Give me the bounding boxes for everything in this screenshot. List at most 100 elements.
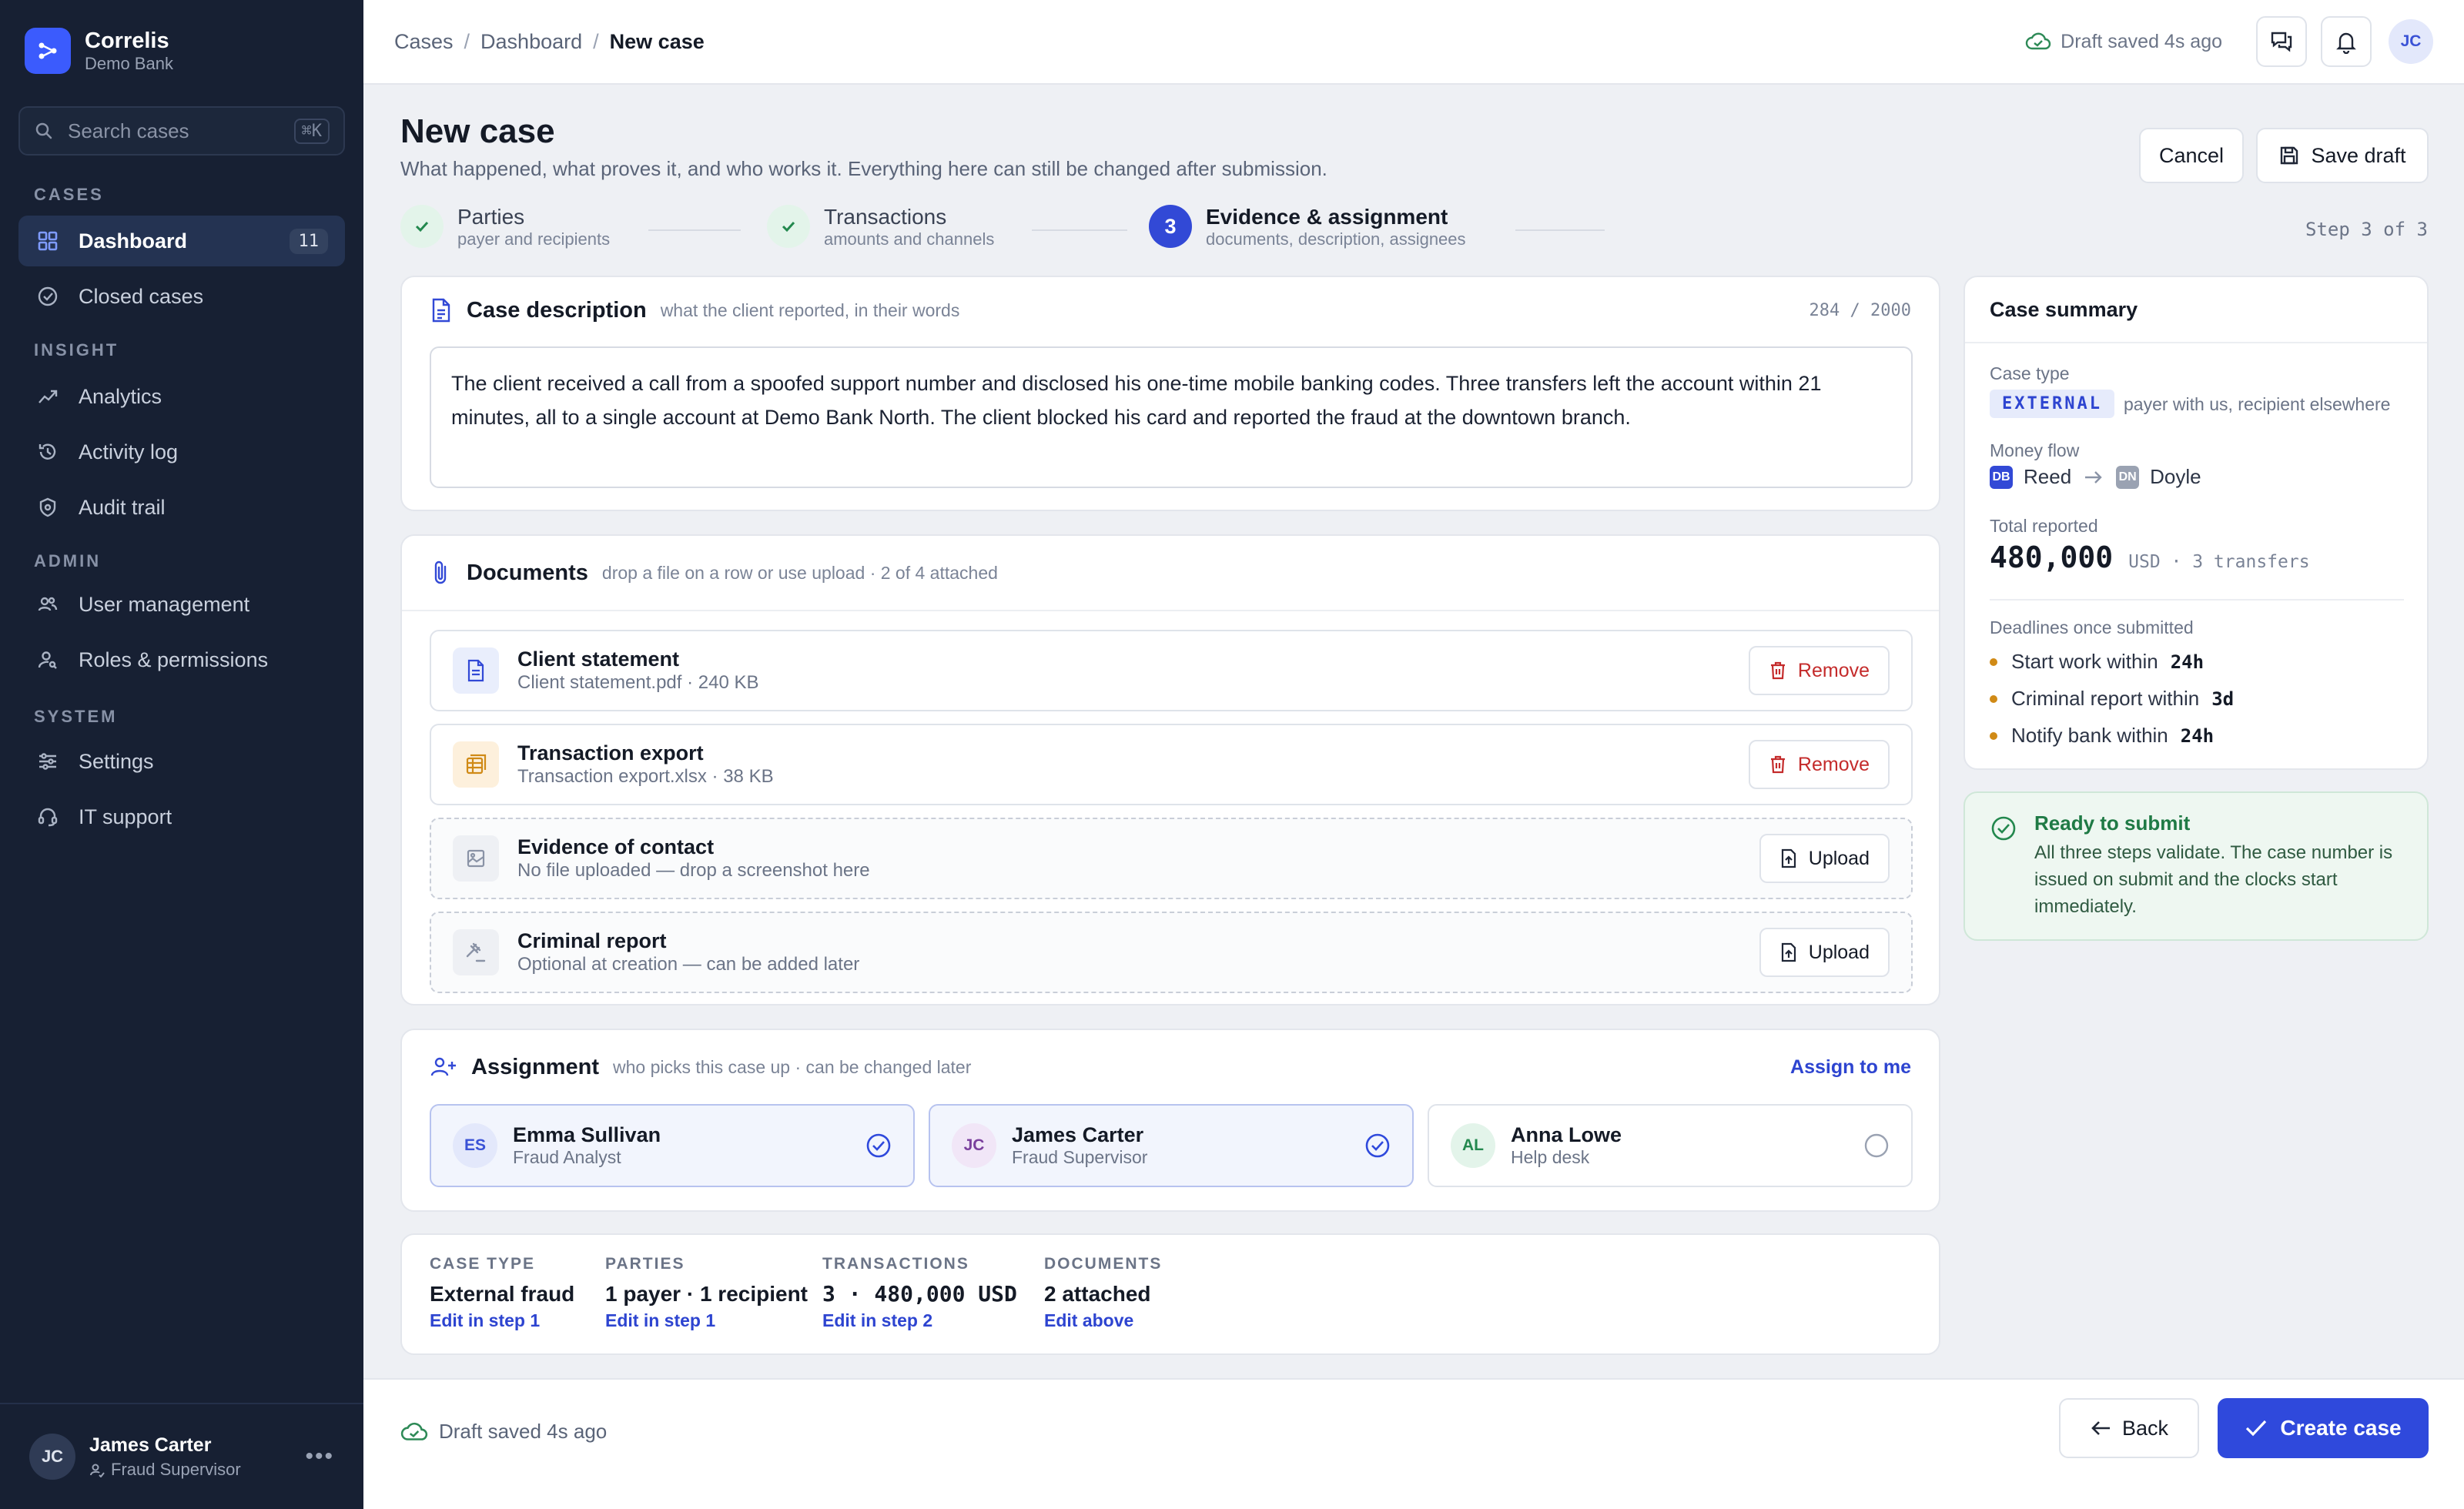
edit-link[interactable]: Edit in step 2: [822, 1310, 1017, 1331]
document-icon: [453, 647, 499, 694]
avatar[interactable]: JC: [2389, 19, 2433, 64]
spreadsheet-icon: [453, 741, 499, 788]
sidebar-item-settings[interactable]: Settings: [18, 736, 345, 787]
sidebar-item-dashboard[interactable]: Dashboard 11: [18, 216, 345, 266]
upload-button[interactable]: Upload: [1759, 928, 1890, 977]
sidebar-item-it-support[interactable]: IT support: [18, 791, 345, 842]
document-row-evidence-of-contact[interactable]: Evidence of contact No file uploaded — d…: [430, 818, 1913, 899]
sidebar-item-audit-trail[interactable]: Audit trail: [18, 482, 345, 533]
step-connector: [648, 229, 741, 231]
brand-logo-icon: [25, 28, 71, 74]
user-role-row: Fraud Supervisor: [89, 1460, 305, 1480]
case-description-hint: what the client reported, in their words: [660, 299, 960, 320]
step-connector: [1032, 229, 1127, 231]
messages-button[interactable]: [2256, 16, 2307, 67]
back-button[interactable]: Back: [2059, 1398, 2199, 1458]
current-user[interactable]: JC James Carter Fraud Supervisor •••: [0, 1403, 363, 1509]
document-row-criminal-report[interactable]: Criminal report Optional at creation — c…: [430, 912, 1913, 993]
brand-subtitle: Demo Bank: [85, 54, 173, 73]
step-transactions[interactable]: Transactions amounts and channels: [767, 205, 994, 249]
flow-to-name: Doyle: [2150, 465, 2201, 488]
edit-link[interactable]: Edit above: [1044, 1310, 1162, 1331]
money-flow: DB Reed DN Doyle: [1990, 465, 2201, 489]
ready-to-submit-notice: Ready to submit All three steps validate…: [1964, 791, 2429, 941]
case-type-note: payer with us, recipient elsewhere: [2124, 394, 2391, 414]
remove-label: Remove: [1797, 659, 1870, 681]
total-reported: 480,000 USD · 3 transfers: [1990, 540, 2310, 574]
sidebar-item-analytics[interactable]: Analytics: [18, 371, 345, 422]
page-subtitle: What happened, what proves it, and who w…: [400, 157, 1327, 180]
assign-to-me-link[interactable]: Assign to me: [1790, 1056, 1911, 1079]
bank-badge-from: DB: [1990, 465, 2013, 489]
save-draft-label: Save draft: [2311, 143, 2406, 167]
ready-title: Ready to submit: [2034, 811, 2191, 835]
upload-label: Upload: [1808, 847, 1870, 869]
review-documents: DOCUMENTS 2 attached Edit above: [1044, 1255, 1162, 1331]
breadcrumb: Cases / Dashboard / New case: [394, 30, 705, 54]
sliders-icon: [35, 749, 60, 774]
review-value: 1 payer · 1 recipient: [605, 1282, 808, 1306]
avatar: JC: [29, 1434, 75, 1480]
page-title: New case: [400, 112, 555, 150]
step-number: 3: [1149, 205, 1192, 248]
assignee-anna-lowe[interactable]: AL Anna Lowe Help desk: [1428, 1104, 1913, 1187]
sidebar-item-closed-cases[interactable]: Closed cases: [18, 271, 345, 322]
brand[interactable]: Correlis Demo Bank: [25, 28, 173, 74]
sidebar-item-user-management[interactable]: User management: [18, 579, 345, 630]
assignee-name: Anna Lowe: [1511, 1123, 1622, 1146]
assignee-emma-sullivan[interactable]: ES Emma Sullivan Fraud Analyst: [430, 1104, 915, 1187]
notifications-button[interactable]: [2321, 16, 2372, 67]
brand-name: Correlis: [85, 28, 169, 53]
deadline-dot: [1990, 694, 1997, 703]
assignment-title: Assignment: [471, 1054, 599, 1079]
case-description-textarea[interactable]: The client received a call from a spoofe…: [430, 346, 1913, 488]
cancel-label: Cancel: [2158, 143, 2225, 167]
cloud-check-icon: [2025, 32, 2051, 52]
case-description-card: Case description what the client reporte…: [400, 276, 1940, 511]
remove-button[interactable]: Remove: [1748, 646, 1890, 695]
sidebar-item-activity-log[interactable]: Activity log: [18, 427, 345, 477]
character-count: 284 / 2000: [1809, 300, 1911, 320]
remove-button[interactable]: Remove: [1748, 740, 1890, 789]
dashboard-count-badge: 11: [289, 228, 328, 254]
assignee-james-carter[interactable]: JC James Carter Fraud Supervisor: [929, 1104, 1414, 1187]
users-icon: [35, 592, 60, 617]
user-key-icon: [35, 647, 60, 672]
ready-text: All three steps validate. The case numbe…: [2034, 842, 2393, 917]
case-summary-card: Case summary Case type EXTERNAL payer wi…: [1964, 276, 2429, 770]
more-menu-icon[interactable]: •••: [305, 1444, 334, 1470]
sidebar-item-label: Activity log: [79, 440, 179, 463]
grid-icon: [35, 229, 60, 253]
breadcrumb-dashboard[interactable]: Dashboard: [480, 30, 582, 54]
save-draft-button[interactable]: Save draft: [2256, 128, 2429, 183]
review-label: TRANSACTIONS: [822, 1255, 969, 1273]
check-circle-icon: [35, 284, 60, 309]
breadcrumb-cases[interactable]: Cases: [394, 30, 454, 54]
cancel-button[interactable]: Cancel: [2139, 128, 2244, 183]
search-input[interactable]: Search cases ⌘K: [18, 106, 345, 156]
step-label: Parties: [457, 205, 525, 229]
user-plus-icon: [430, 1056, 457, 1079]
document-meta: Client statement.pdf · 240 KB: [517, 672, 759, 693]
bank-badge-to: DN: [2116, 465, 2140, 489]
sidebar-item-label: Dashboard: [79, 229, 188, 253]
flow-from-name: Reed: [2024, 465, 2072, 488]
upload-label: Upload: [1808, 941, 1870, 963]
sidebar: Correlis Demo Bank Search cases ⌘K CASES…: [0, 0, 363, 1509]
sidebar-item-roles-permissions[interactable]: Roles & permissions: [18, 634, 345, 685]
upload-button[interactable]: Upload: [1759, 834, 1890, 883]
edit-link[interactable]: Edit in step 1: [430, 1310, 574, 1331]
case-type-badge: EXTERNAL: [1990, 390, 2114, 418]
step-evidence-assignment[interactable]: 3 Evidence & assignment documents, descr…: [1149, 205, 1466, 249]
step-sub: amounts and channels: [824, 229, 995, 249]
breadcrumb-separator: /: [464, 29, 470, 53]
document-row-client-statement[interactable]: Client statement Client statement.pdf · …: [430, 630, 1913, 711]
step-parties[interactable]: Parties payer and recipients: [400, 205, 610, 249]
money-flow-label: Money flow: [1990, 440, 2080, 460]
draft-saved-status: Draft saved 4s ago: [2025, 31, 2222, 53]
document-row-transaction-export[interactable]: Transaction export Transaction export.xl…: [430, 724, 1913, 805]
edit-link[interactable]: Edit in step 1: [605, 1310, 808, 1331]
sidebar-item-label: Audit trail: [79, 495, 166, 519]
review-label: CASE TYPE: [430, 1255, 536, 1273]
create-case-button[interactable]: Create case: [2218, 1398, 2429, 1458]
